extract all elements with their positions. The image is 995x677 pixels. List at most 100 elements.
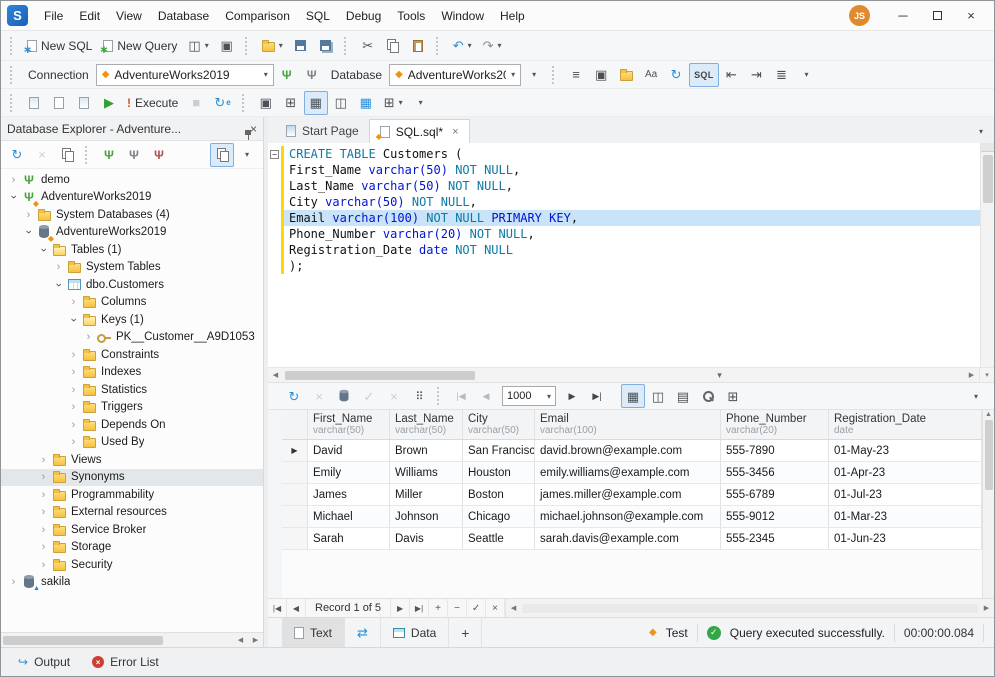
- chevron-icon[interactable]: ›: [38, 243, 50, 256]
- fold-toggle-icon[interactable]: −: [270, 150, 279, 159]
- explorer-overflow-button[interactable]: ▾: [235, 143, 259, 167]
- chevron-icon[interactable]: ›: [37, 506, 50, 518]
- menu-edit[interactable]: Edit: [71, 5, 108, 27]
- column-header-last-name[interactable]: Last_Namevarchar(50): [390, 410, 463, 439]
- toolbar-overflow-button[interactable]: ▾: [409, 91, 433, 115]
- prev-page-button[interactable]: ◀: [474, 384, 498, 408]
- tree-item-adventureworks2019[interactable]: ›◆AdventureWorks2019: [1, 224, 263, 242]
- column-header-email[interactable]: Emailvarchar(100): [535, 410, 721, 439]
- column-header-first-name[interactable]: First_Namevarchar(50): [308, 410, 390, 439]
- tree-item-external-resources[interactable]: ›External resources: [1, 504, 263, 522]
- export-data-button[interactable]: [332, 384, 356, 408]
- copy-button[interactable]: [381, 34, 405, 58]
- tree-item-used-by[interactable]: ›Used By: [1, 434, 263, 452]
- cell-last-name[interactable]: Davis: [390, 528, 463, 549]
- tree-item-service-broker[interactable]: ›Service Broker: [1, 521, 263, 539]
- menu-help[interactable]: Help: [492, 5, 533, 27]
- chevron-icon[interactable]: ›: [82, 331, 95, 343]
- output-panel-button[interactable]: ↪ Output: [9, 648, 79, 676]
- chevron-icon[interactable]: ›: [8, 191, 20, 204]
- undo-button[interactable]: ↶▾: [448, 34, 477, 58]
- table-row[interactable]: EmilyWilliamsHoustonemily.williams@examp…: [282, 462, 982, 484]
- cell-last-name[interactable]: Williams: [390, 462, 463, 483]
- format-sql-button[interactable]: ≣: [770, 63, 794, 87]
- document-outline-button[interactable]: ≡: [564, 63, 588, 87]
- increase-indent-button[interactable]: ⇥: [745, 63, 769, 87]
- explorer-disconnect-button[interactable]: Ψ: [147, 143, 171, 167]
- form-view-button[interactable]: ▤: [671, 384, 695, 408]
- explorer-new-connection-button[interactable]: Ψ: [97, 143, 121, 167]
- code-line[interactable]: City varchar(50) NOT NULL,: [268, 194, 980, 210]
- code-line[interactable]: First_Name varchar(50) NOT NULL,: [268, 162, 980, 178]
- chevron-icon[interactable]: ›: [37, 541, 50, 553]
- close-button[interactable]: ×: [954, 3, 988, 29]
- open-file-button[interactable]: ▾: [257, 34, 288, 58]
- chevron-icon[interactable]: ›: [67, 384, 80, 396]
- scroll-left-icon[interactable]: ◀: [233, 633, 248, 647]
- cell-first-name[interactable]: Emily: [308, 462, 390, 483]
- column-header-phone-number[interactable]: Phone_Numbervarchar(20): [721, 410, 829, 439]
- chevron-icon[interactable]: ›: [53, 278, 65, 291]
- results-cancel-button[interactable]: ×: [307, 384, 331, 408]
- error-list-button[interactable]: × Error List: [83, 648, 168, 676]
- connection-combo[interactable]: ◆ AdventureWorks2019 ▾: [96, 64, 274, 86]
- cell-phone-number[interactable]: 555-6789: [721, 484, 829, 505]
- code-line[interactable]: Phone_Number varchar(20) NOT NULL,: [268, 226, 980, 242]
- tree-item-sakila[interactable]: ›▲sakila: [1, 574, 263, 592]
- execute-play-button[interactable]: ▶: [97, 91, 121, 115]
- cell-first-name[interactable]: Michael: [308, 506, 390, 527]
- sql-formatter-toggle[interactable]: SQL: [689, 63, 718, 87]
- tree-item-pk-customer-a9d1053[interactable]: ›PK__Customer__A9D1053: [1, 329, 263, 347]
- scroll-right-icon[interactable]: ▶: [979, 601, 994, 615]
- tree-item-tables-1[interactable]: ›Tables (1): [1, 241, 263, 259]
- menu-debug[interactable]: Debug: [338, 5, 389, 27]
- scrollbar-thumb[interactable]: [285, 371, 475, 380]
- column-chooser-button[interactable]: ⠿: [407, 384, 431, 408]
- next-page-button[interactable]: ▶: [560, 384, 584, 408]
- menu-view[interactable]: View: [108, 5, 150, 27]
- code-area[interactable]: −CREATE TABLE Customers (First_Name varc…: [268, 143, 980, 367]
- last-page-button[interactable]: ▶|: [585, 384, 609, 408]
- cell-last-name[interactable]: Johnson: [390, 506, 463, 527]
- edit-connection-button[interactable]: Ψ: [300, 63, 324, 87]
- menu-file[interactable]: File: [36, 5, 71, 27]
- toolbar-overflow-button[interactable]: ▾: [795, 63, 819, 87]
- tree-item-indexes[interactable]: ›Indexes: [1, 364, 263, 382]
- prev-record-button[interactable]: ◀: [287, 599, 306, 617]
- results-to-grid-button[interactable]: ▦: [304, 91, 328, 115]
- minimize-button[interactable]: ─: [886, 3, 920, 29]
- chevron-icon[interactable]: ›: [67, 436, 80, 448]
- code-line[interactable]: −CREATE TABLE Customers (: [268, 146, 980, 162]
- scrollbar-thumb[interactable]: [983, 155, 993, 203]
- cell-email[interactable]: james.miller@example.com: [535, 484, 721, 505]
- validate-button[interactable]: ▣: [589, 63, 613, 87]
- user-avatar[interactable]: JS: [849, 5, 870, 26]
- next-record-button[interactable]: ▶: [391, 599, 410, 617]
- cell-phone-number[interactable]: 555-7890: [721, 440, 829, 461]
- code-line[interactable]: Registration_Date date NOT NULL: [268, 242, 980, 258]
- chevron-icon[interactable]: ›: [37, 454, 50, 466]
- page-size-combo[interactable]: 1000 ▾: [502, 386, 556, 406]
- cell-registration-date[interactable]: 01-Mar-23: [829, 506, 982, 527]
- find-button[interactable]: [696, 384, 720, 408]
- first-page-button[interactable]: |◀: [449, 384, 473, 408]
- menu-comparison[interactable]: Comparison: [217, 5, 298, 27]
- swap-view-button[interactable]: ⇄: [345, 618, 381, 647]
- explorer-stop-button[interactable]: ×: [30, 143, 54, 167]
- chevron-icon[interactable]: ›: [37, 471, 50, 483]
- table-row[interactable]: ▶DavidBrownSan Franciscodavid.brown@exam…: [282, 440, 982, 462]
- cell-phone-number[interactable]: 555-3456: [721, 462, 829, 483]
- cell-last-name[interactable]: Brown: [390, 440, 463, 461]
- test-label[interactable]: Test: [666, 626, 688, 640]
- chevron-icon[interactable]: ›: [23, 226, 35, 239]
- window-layout-button[interactable]: ◫▾: [183, 34, 213, 58]
- cell-email[interactable]: emily.williams@example.com: [535, 462, 721, 483]
- results-overflow-button[interactable]: ▾: [964, 384, 988, 408]
- new-query-button[interactable]: New Query: [98, 34, 182, 58]
- chevron-icon[interactable]: ›: [67, 419, 80, 431]
- snippets-button[interactable]: [614, 63, 638, 87]
- new-connection-button[interactable]: Ψ: [275, 63, 299, 87]
- post-edit-button[interactable]: ✓: [467, 599, 486, 617]
- tree-item-security[interactable]: ›Security: [1, 556, 263, 574]
- explorer-duplicate-button[interactable]: [55, 143, 79, 167]
